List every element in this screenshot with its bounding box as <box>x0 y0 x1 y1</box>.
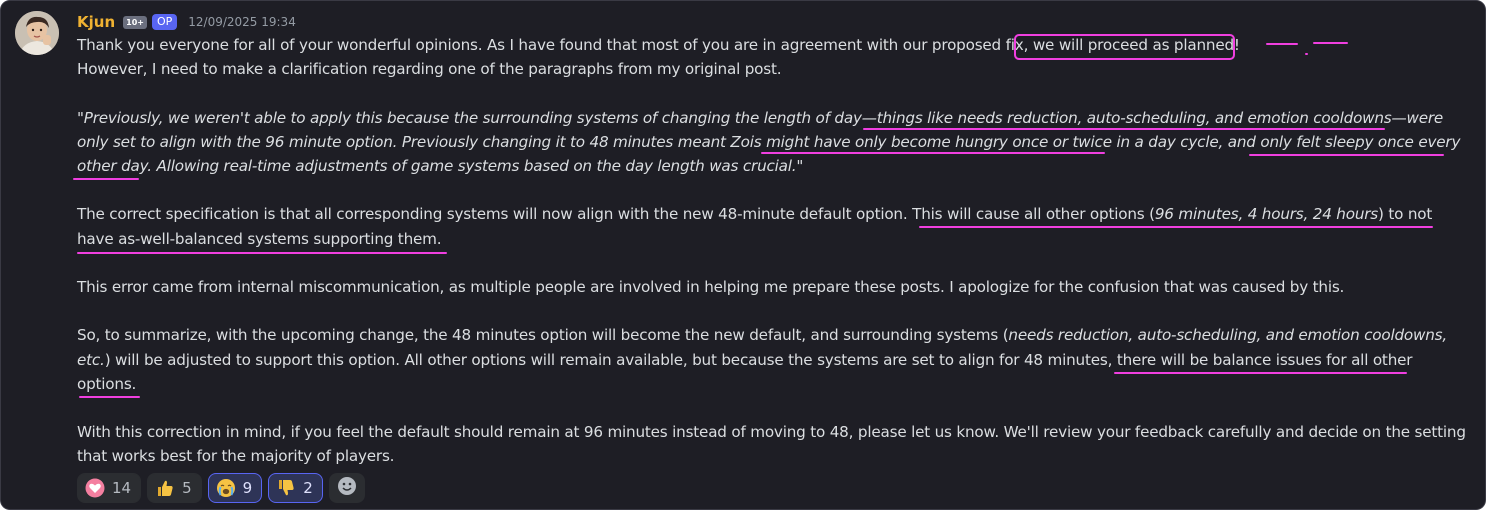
text-span: This error came from internal miscommuni… <box>77 277 1345 296</box>
text-span: However, I need to make a clarification … <box>77 60 782 79</box>
level-badge: 10+ <box>123 15 147 29</box>
annotation-stroke <box>1313 42 1348 44</box>
thumbs-up-icon <box>155 478 175 498</box>
smiley-icon <box>337 476 357 500</box>
reaction-count: 2 <box>303 479 313 497</box>
reaction-count: 9 <box>242 479 253 497</box>
text-span: . Allowing real-time adjustments of game… <box>147 157 804 175</box>
reaction-heart[interactable]: 14 <box>77 473 142 503</box>
reaction-count: 14 <box>112 479 132 497</box>
highlighted-text: 96 minutes, 4 hours, 24 hours <box>1154 205 1379 224</box>
paragraph-summary: So, to summarize, with the upcoming chan… <box>77 323 1469 396</box>
reaction-thumbs-down[interactable]: 2 <box>268 473 323 503</box>
text-span: The correct specification is that all co… <box>77 205 913 224</box>
highlighted-text: This will cause all other options ( <box>912 205 1155 224</box>
paragraph-apology: This error came from internal miscommuni… <box>77 275 1469 299</box>
text-span: With this correction in mind, if you fee… <box>77 423 1466 466</box>
highlighted-text: might have only become hungry once or tw… <box>766 132 1112 151</box>
paragraph-closing: With this correction in mind, if you fee… <box>77 420 1469 468</box>
text-span: ) will be adjusted to support this optio… <box>104 350 1117 369</box>
reactions-bar: 14 5 9 2 <box>77 473 365 503</box>
post-body: Thank you everyone for all of your wonde… <box>77 33 1469 469</box>
annotation-underline <box>79 396 140 398</box>
avatar[interactable] <box>15 11 59 55</box>
reaction-count: 5 <box>182 479 192 497</box>
reaction-crying[interactable]: 9 <box>207 473 263 503</box>
annotation-circle <box>1014 34 1235 60</box>
avatar-image <box>15 11 59 55</box>
quoted-paragraph: "Previously, we weren't able to apply th… <box>77 106 1469 179</box>
annotation-stroke <box>1266 43 1298 45</box>
annotation-underline <box>761 152 1105 154</box>
post-timestamp[interactable]: 12/09/2025 19:34 <box>188 15 296 29</box>
text-span: "Previously, we weren't able to apply th… <box>77 108 877 127</box>
text-span: in a day cycle, and <box>1111 132 1261 151</box>
op-badge: OP <box>151 14 178 30</box>
heart-icon <box>85 478 105 498</box>
forum-post-card: Kjun 10+ OP 12/09/2025 19:34 Thank you e… <box>0 0 1486 510</box>
add-reaction-button[interactable] <box>328 473 365 503</box>
text-span: Thank you everyone for all of your wonde… <box>77 36 1024 54</box>
annotation-underline <box>1249 154 1444 156</box>
annotation-underline <box>863 128 1385 130</box>
annotation-underline <box>73 178 139 180</box>
username[interactable]: Kjun <box>77 13 115 31</box>
paragraph-intro: Thank you everyone for all of your wonde… <box>77 33 1469 81</box>
annotation-underline <box>919 226 1433 228</box>
annotation-underline <box>1114 372 1407 374</box>
annotation-underline <box>77 252 447 254</box>
text-span: So, to summarize, with the upcoming chan… <box>77 326 1009 345</box>
highlighted-text: things like needs reduction, auto-schedu… <box>876 108 1392 127</box>
annotation-stroke <box>1305 53 1308 55</box>
crying-face-icon <box>216 478 236 498</box>
post-header: Kjun 10+ OP 12/09/2025 19:34 <box>77 12 296 32</box>
thumbs-down-icon <box>276 478 296 498</box>
reaction-thumbs-up[interactable]: 5 <box>147 473 202 503</box>
